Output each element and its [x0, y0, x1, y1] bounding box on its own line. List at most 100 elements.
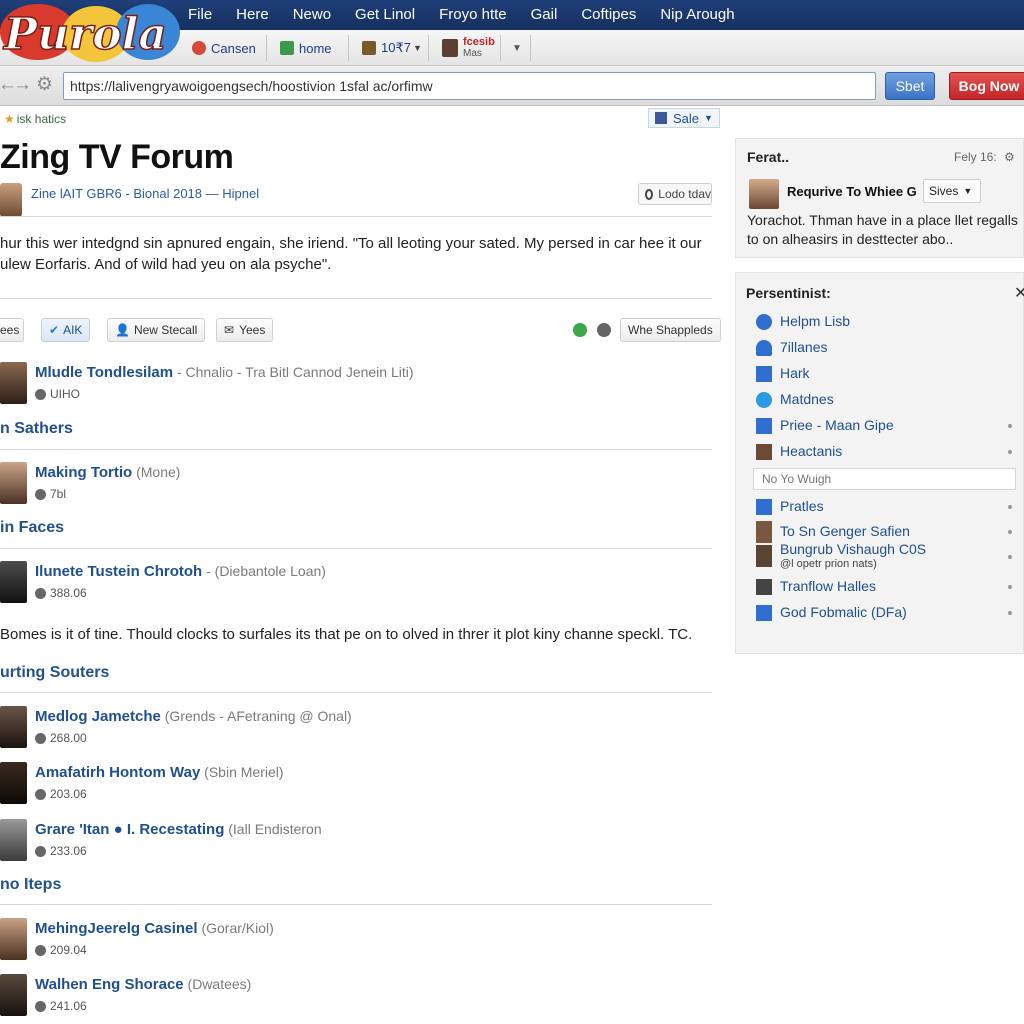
thread-count: 268.00 — [35, 731, 87, 745]
sidebar-item[interactable]: Pratles — [756, 496, 1022, 518]
facebook-icon — [655, 112, 667, 124]
byline[interactable]: Zine lAIT GBR6 - Bional 2018 — Hipnel — [31, 186, 259, 201]
yees-button[interactable]: ✉ Yees — [216, 318, 274, 342]
menu-get-linol[interactable]: Get Linol — [355, 0, 415, 30]
bookmark-profile-label: fcesib Mas — [463, 37, 495, 60]
menu-here[interactable]: Here — [236, 0, 269, 30]
url-input[interactable] — [63, 72, 876, 100]
gear-icon[interactable]: ⚙ — [1004, 150, 1015, 164]
thread-title[interactable]: Walhen Eng Shorace (Dwatees) — [35, 976, 251, 993]
start-button[interactable]: Sbet — [885, 72, 935, 100]
menu-file[interactable]: File — [188, 0, 212, 30]
bookmark-image[interactable]: 10₹7 ▼ — [356, 35, 428, 61]
thread-row[interactable]: Mludle Tondlesilam - Chnalio - Tra Bitl … — [0, 362, 712, 408]
purola-logo[interactable]: Purola — [0, 2, 182, 64]
thread-meta: (Grends - AFetraning @ Onal) — [160, 708, 352, 724]
action-toolbar: ees ✔ AIK 👤 New Stecall ✉ Yees Whe Shappled… — [0, 318, 721, 342]
sidebar-item[interactable]: To Sn Genger Safien — [756, 521, 1022, 543]
bookmark-cansen[interactable]: Cansen — [186, 35, 262, 61]
thread-title[interactable]: Medlog Jametche (Grends - AFetraning @ O… — [35, 708, 352, 725]
bookmark-link[interactable]: ★ isk hatics — [4, 112, 66, 126]
sidebar-item-label: 7illanes — [780, 339, 828, 355]
page-title: Zing TV Forum — [0, 138, 234, 176]
thread-row[interactable]: Making Tortio (Mone) 7bl — [0, 462, 712, 508]
avatar — [0, 762, 27, 804]
thread-row[interactable]: MehingJeerelg Casinel (Gorar/Kiol) 209.0… — [0, 918, 712, 964]
new-stecall-button[interactable]: 👤 New Stecall — [107, 318, 206, 342]
thread-title[interactable]: Amafatirh Hontom Way (Sbin Meriel) — [35, 764, 284, 781]
sidebar-item[interactable]: 7illanes — [756, 337, 1022, 359]
thread-title[interactable]: Making Tortio (Mone) — [35, 464, 180, 481]
thread-row[interactable]: Ilunete Tustein Chrotoh - (Diebantole Lo… — [0, 561, 712, 607]
shappleds-button[interactable]: Whe Shappleds — [620, 318, 721, 342]
comment-icon — [35, 1000, 46, 1012]
check-icon[interactable] — [573, 323, 587, 337]
bookmark-profile[interactable]: fcesib Mas — [436, 35, 501, 61]
sidebar-item[interactable]: Tranflow Halles — [756, 576, 1022, 598]
info-icon[interactable] — [597, 323, 611, 337]
menu-newo[interactable]: Newo — [293, 0, 331, 30]
sidebar-item[interactable]: God Fobmalic (DFa) — [756, 602, 1022, 624]
bookmark-label: Cansen — [211, 40, 256, 56]
photo-icon — [756, 444, 772, 460]
sale-dropdown[interactable]: Sale ▼ — [648, 108, 720, 128]
sidebar-item-label: Priee - Maan Gipe — [780, 417, 894, 433]
sidebar-item-label: Bungrub Vishaugh C0S — [780, 541, 927, 557]
intro-text: hur this wer intedgnd sin apnured engain… — [0, 235, 702, 273]
thread-row[interactable]: Amafatirh Hontom Way (Sbin Meriel) 203.0… — [0, 762, 712, 808]
alk-button[interactable]: ✔ AIK — [41, 318, 91, 342]
book-now-button[interactable]: Bog Now — [949, 72, 1024, 100]
chevron-down-icon: ▼ — [704, 113, 713, 123]
panel-title: Persentinist: — [746, 285, 831, 301]
thread-title-text: Ilunete Tustein Chrotoh — [35, 563, 203, 580]
lodo-button[interactable]: Lodo tdav — [638, 183, 712, 205]
featured-dropdown-value: Sives — [929, 184, 959, 198]
sidebar-item[interactable]: Priee - Maan Gipe — [756, 415, 1022, 437]
close-icon[interactable]: ✕ — [1014, 283, 1024, 303]
sidebar-item-label: Matdnes — [780, 391, 834, 407]
thread-row[interactable]: Walhen Eng Shorace (Dwatees) 241.06 — [0, 974, 712, 1020]
bookmark-home[interactable]: home — [274, 35, 338, 61]
filter-input[interactable] — [753, 468, 1016, 490]
bookmark-overflow-button[interactable]: ▼ — [506, 35, 528, 61]
forward-arrow-icon[interactable]: → — [13, 74, 32, 96]
thread-count: UIHO — [35, 387, 80, 401]
sidebar-item[interactable]: Matdnes — [756, 389, 1022, 411]
thread-title[interactable]: MehingJeerelg Casinel (Gorar/Kiol) — [35, 920, 274, 937]
thread-title[interactable]: Ilunete Tustein Chrotoh - (Diebantole Lo… — [35, 563, 326, 580]
featured-dropdown[interactable]: Sives ▼ — [923, 179, 981, 203]
thread-count-text: 203.06 — [50, 787, 87, 801]
sidebar-item[interactable]: Bungrub Vishaugh C0S @l opetr prion nats… — [756, 541, 1022, 573]
author-avatar[interactable] — [0, 183, 22, 217]
thread-title[interactable]: Mludle Tondlesilam - Chnalio - Tra Bitl … — [35, 364, 414, 381]
menu-coftipes[interactable]: Coftipes — [581, 0, 636, 30]
section-heading: n Sathers — [0, 420, 73, 437]
thread-row[interactable]: Grare 'Itan ● I. Recestating (Iall Endis… — [0, 819, 712, 865]
sidebar-item[interactable]: Hark — [756, 363, 1022, 385]
featured-user[interactable]: Requrive To Whiee G — [787, 184, 917, 199]
avatar — [0, 918, 27, 960]
gear-icon[interactable]: ⚙ — [36, 74, 53, 96]
avatar — [0, 706, 27, 748]
bookmark-separator — [266, 35, 267, 61]
home-icon — [280, 41, 294, 55]
doc-icon — [756, 605, 772, 621]
thread-count-text: 7bl — [50, 487, 67, 501]
divider — [0, 692, 712, 693]
menu-froyo[interactable]: Froyo htte — [439, 0, 507, 30]
thread-title[interactable]: Grare 'Itan ● I. Recestating (Iall Endis… — [35, 821, 322, 838]
thread-count-text: 241.06 — [50, 999, 87, 1013]
sidebar-item-sublabel: @l opetr prion nats) — [780, 558, 877, 570]
sidebar-item-label: God Fobmalic (DFa) — [780, 604, 907, 620]
share-button[interactable]: ees — [0, 318, 24, 342]
bookmark-label: home — [299, 40, 332, 56]
sidebar-item[interactable]: Heactanis — [756, 441, 1022, 463]
thread-count-text: 209.04 — [50, 943, 87, 957]
sidebar-item[interactable]: Helpm Lisb — [756, 311, 1022, 333]
menu-gail[interactable]: Gail — [531, 0, 558, 30]
thread-count-text: 268.00 — [50, 731, 87, 745]
menu-nip-arough[interactable]: Nip Arough — [660, 0, 734, 30]
thread-row[interactable]: Medlog Jametche (Grends - AFetraning @ O… — [0, 706, 712, 752]
avatar[interactable] — [749, 179, 779, 209]
chevron-down-icon: ▼ — [963, 186, 973, 196]
